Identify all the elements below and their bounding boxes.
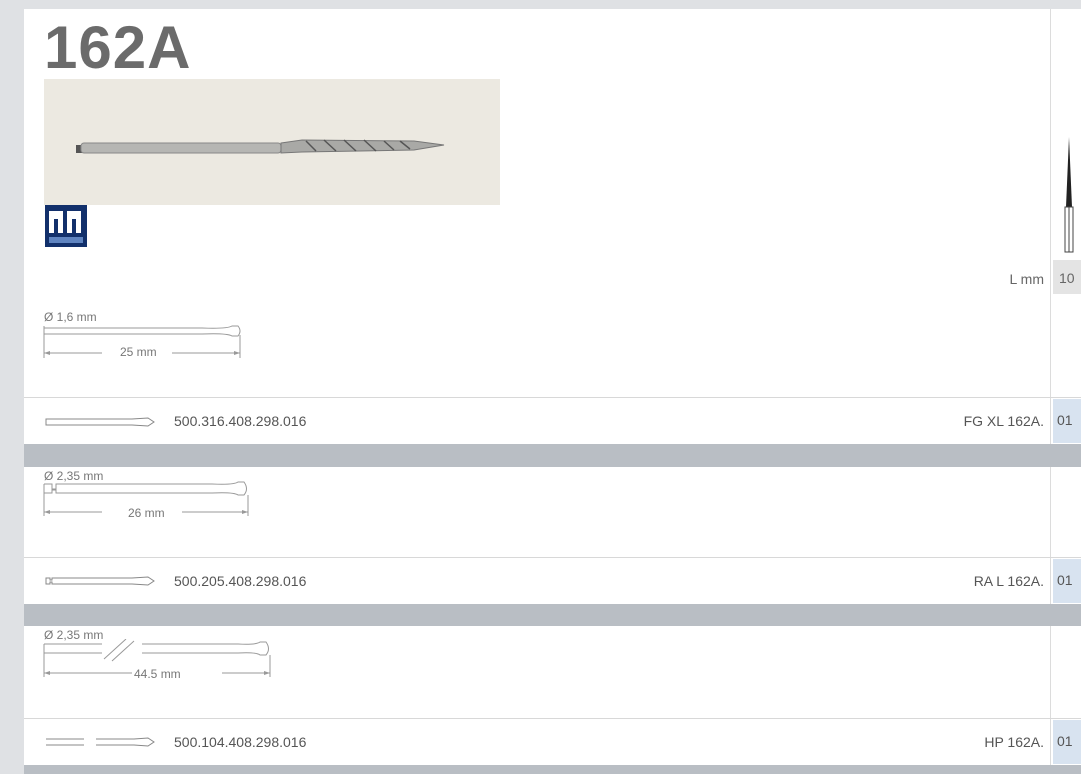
section-separator — [24, 765, 1081, 774]
bur-illustration — [76, 139, 445, 154]
length-value: 10 — [1053, 260, 1081, 294]
shank-length: 25 mm — [120, 345, 157, 359]
shank-length: 26 mm — [128, 506, 165, 520]
bur-type-label: HP 162A. — [984, 734, 1044, 750]
catalog-page: 162A L mm 10 Ø 1,6 mm 25 mm 500.316.408.… — [24, 9, 1081, 774]
size-tag: 01 — [1053, 720, 1081, 764]
row-divider — [24, 718, 1081, 719]
product-code-title: 162A — [44, 14, 192, 81]
bur-product-photo — [44, 79, 500, 205]
ra-bur-thumbnail-icon — [45, 576, 155, 586]
row-divider — [24, 397, 1081, 398]
bur-side-view-icon — [1064, 137, 1074, 253]
section-separator — [24, 444, 1081, 467]
reference-code: 500.316.408.298.016 — [174, 413, 307, 429]
fg-bur-thumbnail-icon — [45, 417, 155, 427]
bur-type-label: RA L 162A. — [973, 573, 1044, 589]
bur-type-label: FG XL 162A. — [963, 413, 1044, 429]
section-separator — [24, 604, 1081, 626]
hp-bur-thumbnail-icon — [46, 737, 155, 747]
application-logo — [45, 205, 87, 247]
size-tag: 01 — [1053, 399, 1081, 443]
size-tag: 01 — [1053, 559, 1081, 603]
column-divider — [1050, 9, 1051, 774]
row-divider — [24, 557, 1081, 558]
shank-length: 44.5 mm — [134, 667, 181, 681]
shank-diameter: Ø 1,6 mm — [44, 310, 97, 324]
tooth-logo-icon — [49, 211, 83, 243]
reference-code: 500.205.408.298.016 — [174, 573, 307, 589]
reference-code: 500.104.408.298.016 — [174, 734, 307, 750]
length-column-label: L mm — [1009, 271, 1044, 287]
